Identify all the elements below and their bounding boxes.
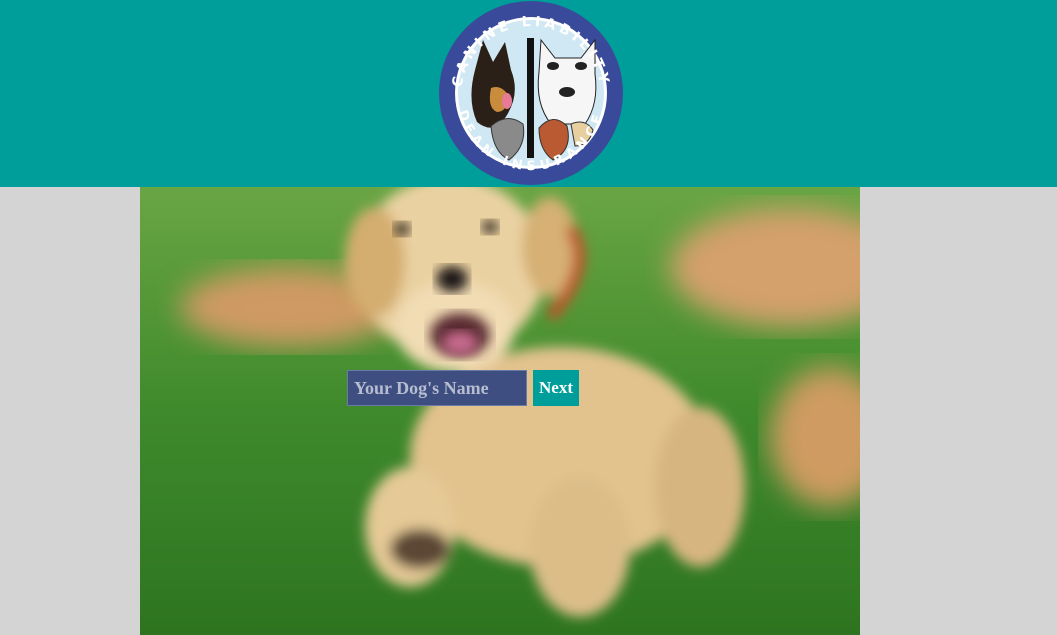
next-button[interactable]: Next: [533, 370, 579, 406]
hero-puppy-image: [140, 187, 860, 635]
site-header: CANINE LIABILITY DEAN INSURANCE: [0, 0, 1057, 187]
dog-name-input[interactable]: [347, 370, 527, 406]
canine-liability-logo[interactable]: CANINE LIABILITY DEAN INSURANCE: [435, 0, 627, 186]
puppy-photo: [140, 187, 860, 635]
logo-graphic: CANINE LIABILITY DEAN INSURANCE: [439, 1, 623, 185]
